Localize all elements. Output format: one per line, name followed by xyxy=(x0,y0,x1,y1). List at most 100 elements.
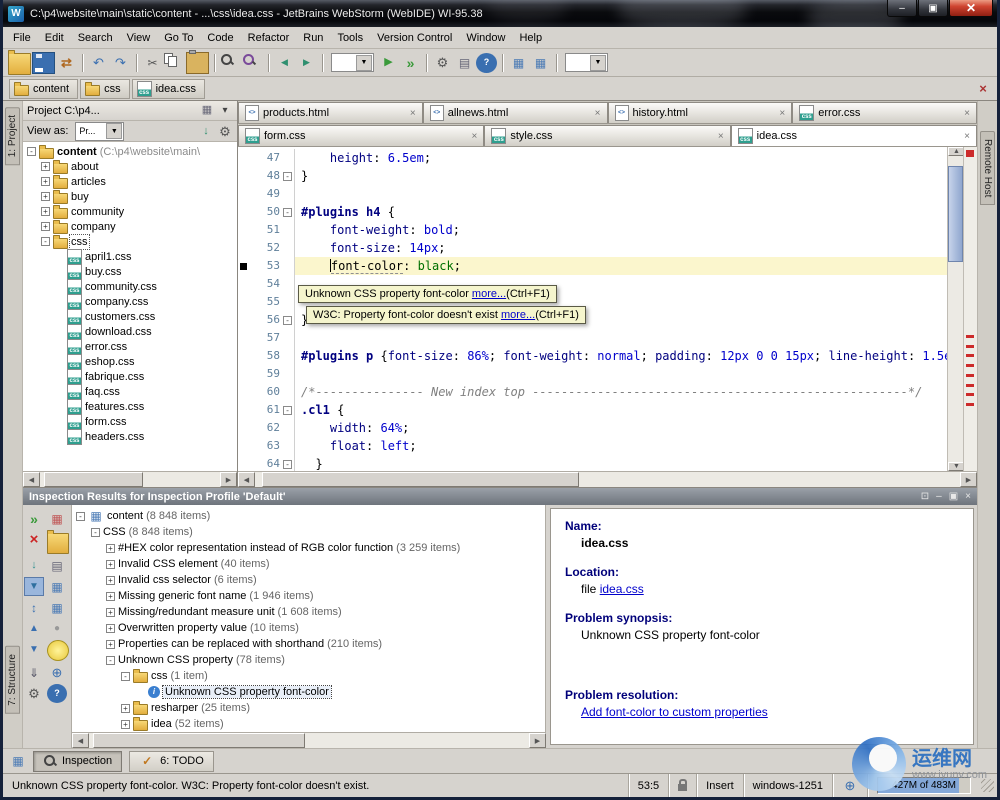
maximize-button[interactable]: ▣ xyxy=(918,0,948,17)
find-icon[interactable] xyxy=(220,53,241,73)
expand-toggle[interactable]: + xyxy=(106,608,115,617)
expand-toggle[interactable]: - xyxy=(76,512,85,521)
monitor-icon[interactable]: ▦ xyxy=(508,53,529,73)
menu-item-edit[interactable]: Edit xyxy=(38,30,71,46)
toolwindow-button-inspection[interactable]: Inspection xyxy=(33,751,122,772)
inspection-tree-row[interactable]: -▦content (8 848 items) xyxy=(72,508,545,524)
inspection-tree-row[interactable]: iUnknown CSS property font-color xyxy=(72,684,545,700)
error-stripe-mark[interactable] xyxy=(966,335,974,338)
breadcrumb-idea-css[interactable]: cssidea.css xyxy=(132,79,205,99)
menu-item-view[interactable]: View xyxy=(120,30,158,46)
project-tree-row[interactable]: +about xyxy=(23,159,237,174)
error-stripe-mark[interactable] xyxy=(966,150,974,157)
minimize-icon[interactable]: – xyxy=(936,491,942,502)
project-tree-row[interactable]: +company xyxy=(23,219,237,234)
editor-line[interactable]: 47 height: 6.5em; xyxy=(238,149,947,167)
editor-line[interactable]: 53 font-color: black; xyxy=(238,257,947,275)
tooltip-more-link[interactable]: more... xyxy=(472,288,506,300)
expand-toggle[interactable]: + xyxy=(41,162,50,171)
cut-icon[interactable]: ✂ xyxy=(142,53,163,73)
menu-item-window[interactable]: Window xyxy=(459,30,512,46)
menu-item-search[interactable]: Search xyxy=(71,30,120,46)
editor-line[interactable]: 62 width: 64%; xyxy=(238,419,947,437)
inspection-tree-row[interactable]: +idea (52 items) xyxy=(72,716,545,732)
autoscroll-icon[interactable]: ↓ xyxy=(198,123,214,139)
memory-indicator[interactable]: 427M of 483M xyxy=(877,777,971,794)
tab-close-icon[interactable]: × xyxy=(718,131,724,142)
editor-line[interactable]: 48-} xyxy=(238,167,947,185)
print-icon[interactable]: ▤ xyxy=(47,556,67,575)
project-tree-row[interactable]: cssfaq.css xyxy=(23,384,237,399)
project-tree-row[interactable]: csscompany.css xyxy=(23,294,237,309)
expand-toggle[interactable]: - xyxy=(121,672,130,681)
error-stripe-mark[interactable] xyxy=(966,345,974,348)
forward-icon[interactable]: ▶ xyxy=(296,53,317,73)
editor-h-scrollbar[interactable]: ◀ ▶ xyxy=(238,471,977,487)
group-icon[interactable]: ▦ xyxy=(47,598,67,617)
editor-line[interactable]: 52 font-size: 14px; xyxy=(238,239,947,257)
error-stripe[interactable] xyxy=(963,147,977,471)
project-tree-row[interactable]: +community xyxy=(23,204,237,219)
project-tree-row[interactable]: cssheaders.css xyxy=(23,429,237,444)
apply-icon[interactable]: ↓ xyxy=(24,556,44,575)
breadcrumb-css[interactable]: css xyxy=(80,79,130,99)
editor-line[interactable]: 61-.cl1 { xyxy=(238,401,947,419)
readonly-toggle[interactable] xyxy=(668,774,696,797)
run-all-icon[interactable]: » xyxy=(400,53,421,73)
expand-toggle[interactable]: + xyxy=(41,192,50,201)
help-icon[interactable]: ? xyxy=(476,53,497,73)
editor-line[interactable]: 60/*--------------- New index top ------… xyxy=(238,383,947,401)
filter-icon[interactable]: ▼ xyxy=(24,577,44,596)
close-icon[interactable]: × xyxy=(975,81,991,97)
inspection-tree-row[interactable]: +resharper (25 items) xyxy=(72,700,545,716)
project-tree-row[interactable]: cssfabrique.css xyxy=(23,369,237,384)
expand-toggle[interactable]: - xyxy=(41,237,50,246)
settings-icon[interactable]: ⚙ xyxy=(24,684,44,703)
structure-stripe-tab[interactable]: 7: Structure xyxy=(5,646,20,714)
project-tree-row[interactable]: csseshop.css xyxy=(23,354,237,369)
scroll-right-button[interactable]: ▶ xyxy=(529,733,546,748)
scroll-track[interactable] xyxy=(255,472,960,487)
expand-toggle[interactable]: + xyxy=(121,704,130,713)
monitor2-icon[interactable]: ▦ xyxy=(530,53,551,73)
inspection-h-scrollbar[interactable]: ◀ ▶ xyxy=(72,732,546,748)
project-tree-row[interactable]: cssform.css xyxy=(23,414,237,429)
inspection-tree-row[interactable]: +#HEX color representation instead of RG… xyxy=(72,540,545,556)
inspection-tree-row[interactable]: -css (1 item) xyxy=(72,668,545,684)
menu-item-code[interactable]: Code xyxy=(200,30,240,46)
view-as-combo[interactable]: Pr... ▼ xyxy=(75,122,124,141)
expand-toggle[interactable]: + xyxy=(106,640,115,649)
copy-icon[interactable] xyxy=(164,53,185,73)
expand-toggle[interactable]: + xyxy=(121,720,130,729)
scroll-left-button[interactable]: ◀ xyxy=(23,472,40,487)
up-icon[interactable]: ▲ xyxy=(24,619,44,638)
run-icon[interactable]: ▶ xyxy=(378,53,399,73)
scroll-right-button[interactable]: ▶ xyxy=(960,472,977,487)
editor-tab-form-css[interactable]: cssform.css× xyxy=(238,125,484,146)
redo-icon[interactable]: ↷ xyxy=(110,53,131,73)
down-icon[interactable]: ▼ xyxy=(24,640,44,659)
chevron-down-icon[interactable]: ▾ xyxy=(217,103,233,119)
error-stripe-mark[interactable] xyxy=(966,354,974,357)
project-tree-row[interactable]: +buy xyxy=(23,189,237,204)
project-tree-row[interactable]: cssbuy.css xyxy=(23,264,237,279)
bulb-icon[interactable] xyxy=(47,640,69,661)
toolwindow-switcher-icon[interactable]: ▦ xyxy=(10,753,26,769)
editor-v-scrollbar[interactable]: ▲ ▼ xyxy=(947,147,963,471)
editor-tab-error-css[interactable]: csserror.css× xyxy=(792,102,977,123)
minimize-button[interactable]: – xyxy=(887,0,917,17)
scroll-left-button[interactable]: ◀ xyxy=(238,472,255,487)
scroll-left-button[interactable]: ◀ xyxy=(72,733,89,748)
scroll-track[interactable] xyxy=(948,156,963,462)
window-icon[interactable]: ⊡ xyxy=(921,491,929,502)
project-stripe-tab[interactable]: 1: Project xyxy=(5,107,20,165)
grid-red-icon[interactable]: ▦ xyxy=(47,509,67,528)
grid-icon[interactable]: ▦ xyxy=(199,103,215,119)
close-button[interactable]: ✕ xyxy=(949,0,993,17)
close-icon[interactable]: × xyxy=(965,491,971,502)
inspection-tree-row[interactable]: +Invalid css selector (6 items) xyxy=(72,572,545,588)
page-icon[interactable]: ▤ xyxy=(454,53,475,73)
gear-icon[interactable]: ⚙ xyxy=(217,123,233,139)
fold-toggle-icon[interactable]: - xyxy=(283,208,292,217)
fold-toggle-icon[interactable]: - xyxy=(283,460,292,469)
